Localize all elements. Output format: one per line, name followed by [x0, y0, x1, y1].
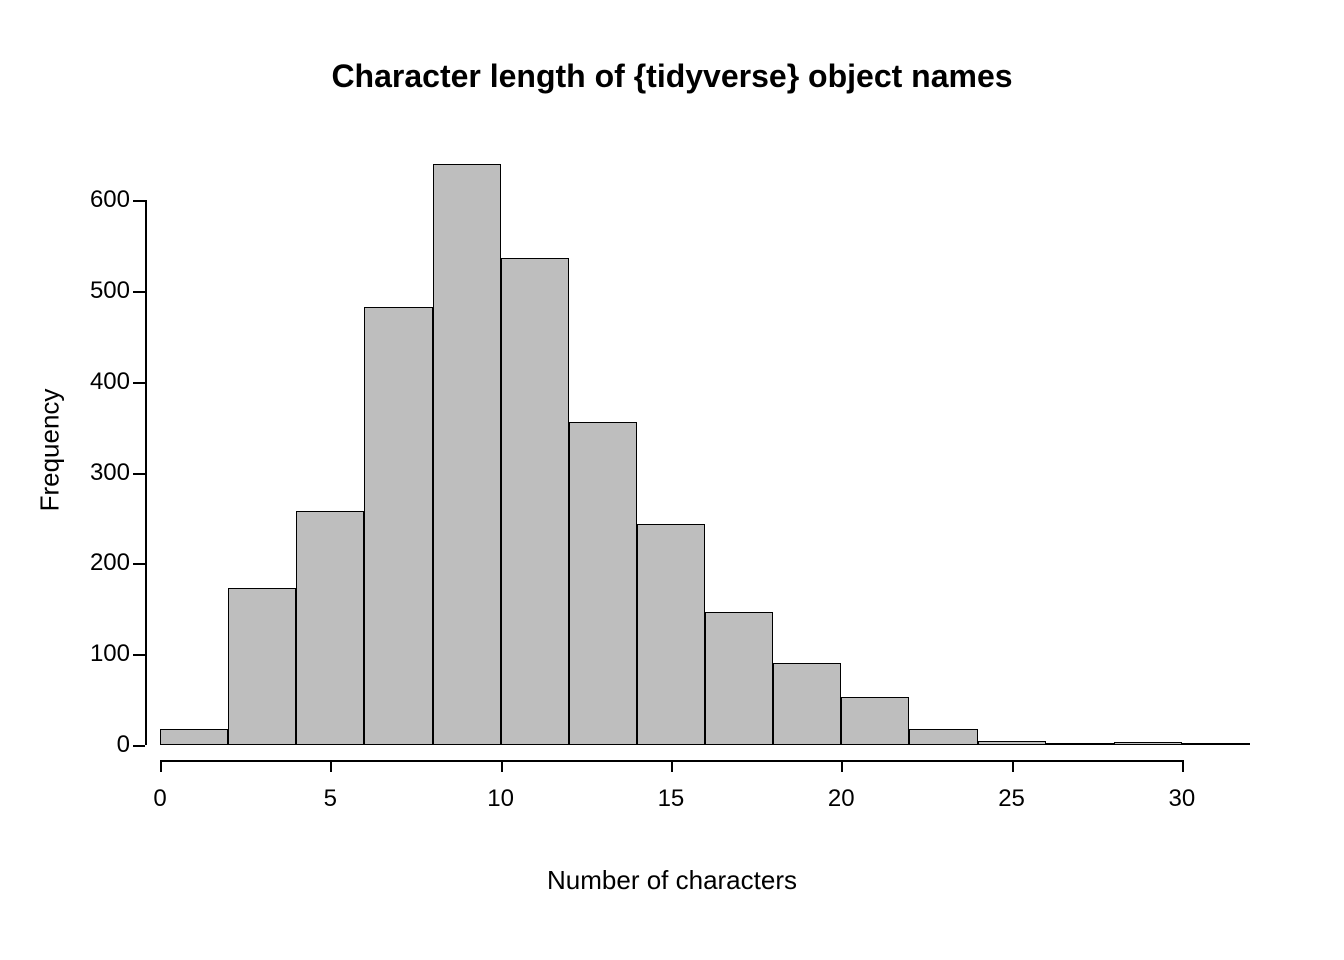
histogram-bar	[978, 741, 1046, 745]
y-tick-label: 400	[0, 368, 130, 396]
x-tick	[160, 760, 162, 772]
histogram-bar	[433, 164, 501, 745]
y-tick-label: 200	[0, 549, 130, 577]
chart-title: Character length of {tidyverse} object n…	[0, 58, 1344, 95]
y-tick	[133, 563, 145, 565]
y-axis-line	[145, 200, 147, 745]
histogram-bar	[364, 307, 432, 745]
y-tick-label: 100	[0, 640, 130, 668]
histogram-bar	[296, 511, 364, 745]
x-tick	[671, 760, 673, 772]
histogram-bar	[841, 697, 909, 745]
x-tick-label: 25	[982, 785, 1042, 813]
y-tick	[133, 200, 145, 202]
x-tick-label: 20	[811, 785, 871, 813]
y-tick-label: 0	[0, 731, 130, 759]
x-tick	[841, 760, 843, 772]
histogram-bar	[773, 663, 841, 745]
histogram-chart: Character length of {tidyverse} object n…	[0, 0, 1344, 960]
histogram-bar	[1182, 743, 1250, 745]
x-axis-label: Number of characters	[0, 865, 1344, 896]
x-tick-label: 15	[641, 785, 701, 813]
x-tick	[501, 760, 503, 772]
histogram-bar	[228, 588, 296, 745]
y-tick-label: 500	[0, 277, 130, 305]
histogram-bar	[909, 729, 977, 745]
histogram-bar	[705, 612, 773, 745]
x-tick	[1182, 760, 1184, 772]
x-tick	[1012, 760, 1014, 772]
y-tick	[133, 382, 145, 384]
histogram-bar	[1046, 743, 1114, 745]
y-tick-label: 300	[0, 459, 130, 487]
x-tick-label: 0	[130, 785, 190, 813]
y-tick	[133, 291, 145, 293]
x-tick-label: 10	[471, 785, 531, 813]
histogram-bar	[1114, 742, 1182, 745]
histogram-bar	[569, 422, 637, 745]
y-tick	[133, 473, 145, 475]
y-tick	[133, 745, 145, 747]
y-tick-label: 600	[0, 186, 130, 214]
histogram-bar	[637, 524, 705, 745]
x-tick-label: 30	[1152, 785, 1212, 813]
plot-area	[160, 155, 1250, 745]
histogram-bar	[160, 729, 228, 745]
y-axis-label: Frequency	[35, 389, 66, 512]
histogram-bar	[501, 258, 569, 745]
x-tick	[330, 760, 332, 772]
x-tick-label: 5	[300, 785, 360, 813]
y-tick	[133, 654, 145, 656]
